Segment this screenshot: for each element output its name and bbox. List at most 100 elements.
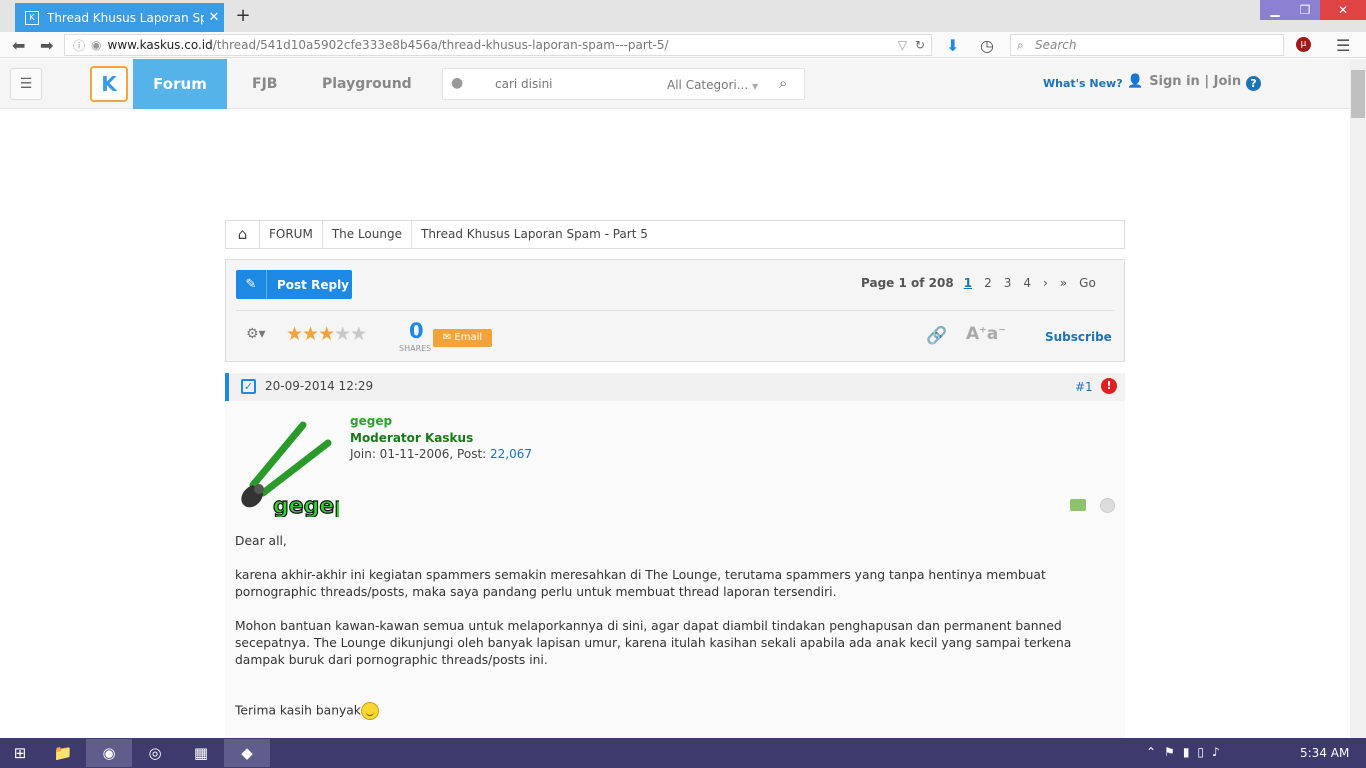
page-scrollbar[interactable] [1350, 59, 1366, 738]
browser-tab[interactable]: K Thread Khusus Laporan Sp... ✕ [15, 3, 224, 32]
user-role: Moderator Kaskus [350, 431, 474, 445]
reaction-icon[interactable] [1100, 498, 1115, 513]
username-link[interactable]: gegep [350, 414, 392, 428]
dropdown-icon[interactable]: ▽ [898, 38, 907, 52]
nav-fjb[interactable]: FJB [252, 59, 277, 109]
post-reply-button[interactable]: ✎ Post Reply [236, 270, 352, 299]
page-label: Page 1 of 208 [861, 276, 954, 290]
close-tab-icon[interactable]: ✕ [204, 10, 224, 25]
firefox-icon[interactable]: ◉ [86, 739, 132, 767]
gear-icon[interactable]: ⚙▾ [246, 326, 266, 342]
chrome-icon[interactable]: ◎ [132, 739, 178, 767]
user-join-info: Join: 01-11-2006, Post: 22,067 [350, 447, 532, 461]
category-value: All Categori... [667, 78, 749, 92]
avatar-text: gegep [273, 494, 339, 517]
subscribe-button[interactable]: Subscribe [1045, 330, 1112, 344]
browser-search-input[interactable]: ⌕ Search [1010, 34, 1284, 56]
globe-icon: ◉ [91, 38, 102, 52]
file-explorer-icon[interactable]: 📁 [40, 739, 86, 767]
search-icon[interactable]: ⌕ [779, 74, 787, 92]
toolbar-divider [236, 310, 1114, 311]
minimize-button[interactable]: ▁ [1260, 0, 1290, 20]
site-search-input[interactable]: cari disini [495, 77, 553, 91]
windows-start-icon[interactable]: ⊞ [0, 739, 40, 767]
help-icon[interactable]: ? [1246, 76, 1261, 91]
post-header: ✓ 20-09-2014 12:29 #1 ! [225, 373, 1125, 401]
post-date: 20-09-2014 12:29 [265, 379, 374, 393]
menu-icon[interactable]: ☰ [1336, 36, 1350, 55]
browser-tab-bar: K Thread Khusus Laporan Sp... ✕ + ▁ ❐ ✕ [0, 0, 1366, 32]
join-label: Join: 01-11-2006, Post: [350, 447, 491, 461]
nav-playground[interactable]: Playground [322, 59, 412, 109]
closing-text: Terima kasih banyak [235, 703, 361, 718]
chat-icon[interactable]: ● [451, 75, 463, 91]
history-icon[interactable]: ◷ [980, 36, 994, 55]
kaskus-logo[interactable]: K [90, 66, 128, 102]
forward-icon[interactable]: ➡ [40, 36, 53, 55]
breadcrumb-the-lounge[interactable]: The Lounge [323, 221, 412, 248]
page-link-1[interactable]: 1 [964, 276, 972, 290]
smiley-icon [360, 702, 379, 720]
kaskus-favicon-icon: K [25, 10, 39, 25]
note-icon[interactable] [1070, 499, 1086, 511]
close-window-button[interactable]: ✕ [1320, 0, 1366, 20]
browser-nav-bar: ⬅ ➡ ⓘ ◉ www.kaskus.co.id /thread/541d10a… [0, 32, 1366, 58]
excel-icon[interactable]: ▦ [178, 739, 224, 767]
email-button[interactable]: ✉ Email [433, 329, 492, 347]
breadcrumb-forum[interactable]: FORUM [260, 221, 323, 248]
hamburger-menu-button[interactable]: ☰ [10, 68, 42, 100]
user-icon: 👤 [1127, 74, 1144, 89]
chevron-down-icon: ▼ [752, 82, 759, 91]
checkbox-icon[interactable]: ✓ [241, 379, 256, 394]
nav-forum[interactable]: Forum [133, 59, 227, 109]
post-closing: Terima kasih banyak [235, 702, 1115, 720]
go-button[interactable]: Go [1079, 276, 1096, 290]
star-icon: ★ [286, 323, 303, 345]
home-icon[interactable]: ⌂ [226, 221, 260, 248]
search-icon: ⌕ [1017, 38, 1024, 52]
taskbar-clock[interactable]: 5:34 AM [1300, 746, 1349, 760]
whats-new-link[interactable]: What's New? [1043, 77, 1123, 90]
thread-toolbar: ✎ Post Reply Page 1 of 208 1 2 3 4 › » G… [225, 259, 1125, 362]
reload-icon[interactable]: ↻ [915, 38, 925, 52]
post-count-link[interactable]: 22,067 [490, 447, 532, 461]
rating-stars[interactable]: ★★★★★ [286, 323, 367, 345]
app-icon[interactable]: ◆ [224, 739, 270, 767]
next-page-icon[interactable]: › [1043, 276, 1048, 290]
report-icon[interactable]: ! [1101, 378, 1117, 394]
download-icon[interactable]: ⬇ [946, 36, 959, 55]
star-icon: ★ [302, 323, 319, 345]
system-tray-icons[interactable]: ⌃⚑▮▯♪ [1146, 745, 1228, 759]
share-count: 0 [409, 319, 424, 343]
page-link-3[interactable]: 3 [1004, 276, 1012, 290]
category-select[interactable]: All Categori... ▼ [667, 78, 758, 92]
browser-search-placeholder: Search [1035, 38, 1077, 52]
site-header: ☰ K Forum FJB Playground ● cari disini A… [0, 59, 1350, 109]
restore-button[interactable]: ❐ [1290, 0, 1320, 20]
post-paragraph: Dear all, [235, 534, 287, 548]
page-link-4[interactable]: 4 [1023, 276, 1031, 290]
back-icon[interactable]: ⬅ [12, 36, 25, 55]
address-bar[interactable]: ⓘ ◉ www.kaskus.co.id /thread/541d10a5902… [64, 34, 932, 56]
post-number-link[interactable]: #1 [1075, 380, 1093, 394]
font-size-icon[interactable]: A+a− [966, 324, 1006, 344]
shares-label: SHARES [399, 344, 432, 353]
link-icon[interactable]: 🔗 [926, 326, 947, 346]
pagination: Page 1 of 208 1 2 3 4 › » Go [861, 276, 1108, 290]
email-label: Email [454, 332, 483, 343]
tab-title: Thread Khusus Laporan Sp... [47, 10, 204, 25]
page-link-2[interactable]: 2 [984, 276, 992, 290]
last-page-icon[interactable]: » [1060, 276, 1067, 290]
star-icon: ★ [334, 323, 351, 345]
scrollbar-thumb[interactable] [1351, 70, 1365, 118]
user-avatar[interactable]: gegep [233, 415, 351, 520]
envelope-icon: ✉ [442, 332, 452, 343]
pencil-icon: ✎ [236, 270, 267, 299]
ublock-icon[interactable]: µ [1296, 37, 1311, 52]
url-path: /thread/541d10a5902cfe333e8b456a/thread-… [212, 38, 669, 52]
signin-link[interactable]: 👤 Sign in | Join [1127, 74, 1241, 89]
url-domain: www.kaskus.co.id [107, 38, 213, 52]
post-content: Dear all, karena akhir-akhir ini kegiata… [235, 533, 1115, 737]
new-tab-button[interactable]: + [234, 5, 252, 26]
breadcrumb-thread: Thread Khusus Laporan Spam - Part 5 [421, 227, 648, 241]
